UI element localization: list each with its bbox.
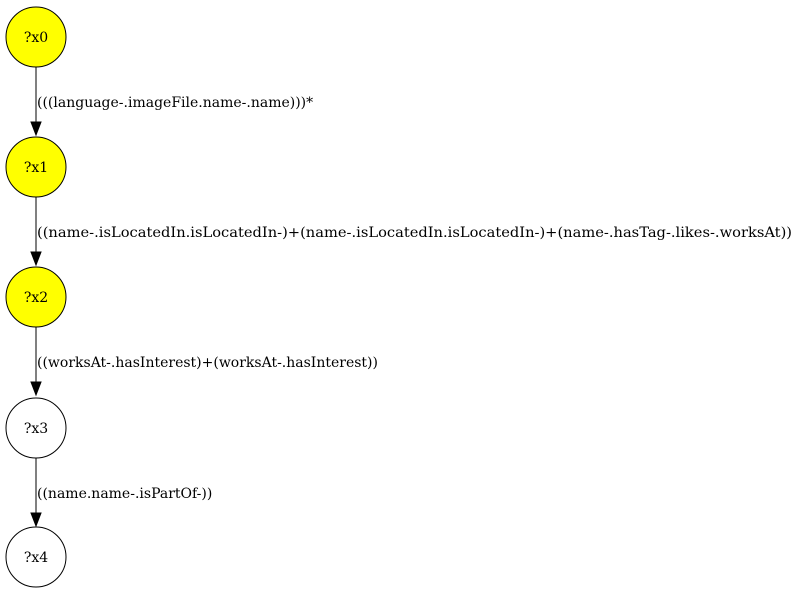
edge-x0-x1: (((language-.imageFile.name-.name)))* xyxy=(30,67,313,137)
arrow-head-icon xyxy=(30,381,42,397)
node-x4: ?x4 xyxy=(5,526,67,588)
arrow-head-icon xyxy=(30,251,42,267)
node-x1: ?x1 xyxy=(5,136,67,198)
node-x0: ?x0 xyxy=(5,6,67,68)
edge-x1-x2: ((name-.isLocatedIn.isLocatedIn-)+(name-… xyxy=(30,197,792,267)
node-label: ?x2 xyxy=(24,290,48,306)
edge-x3-x4: ((name.name-.isPartOf-)) xyxy=(30,458,212,528)
query-graph: (((language-.imageFile.name-.name)))* ((… xyxy=(5,6,792,588)
node-label: ?x0 xyxy=(24,30,48,46)
node-label: ?x4 xyxy=(24,550,48,566)
arrow-head-icon xyxy=(30,512,42,528)
node-label: ?x1 xyxy=(24,160,48,176)
arrow-head-icon xyxy=(30,121,42,137)
node-label: ?x3 xyxy=(24,421,48,437)
edge-label: ((name.name-.isPartOf-)) xyxy=(37,486,212,502)
node-x2: ?x2 xyxy=(5,266,67,328)
node-x3: ?x3 xyxy=(5,397,67,459)
edge-label: (((language-.imageFile.name-.name)))* xyxy=(37,95,313,111)
edge-label: ((worksAt-.hasInterest)+(worksAt-.hasInt… xyxy=(37,355,378,371)
edge-label: ((name-.isLocatedIn.isLocatedIn-)+(name-… xyxy=(37,225,792,241)
edge-x2-x3: ((worksAt-.hasInterest)+(worksAt-.hasInt… xyxy=(30,327,378,397)
